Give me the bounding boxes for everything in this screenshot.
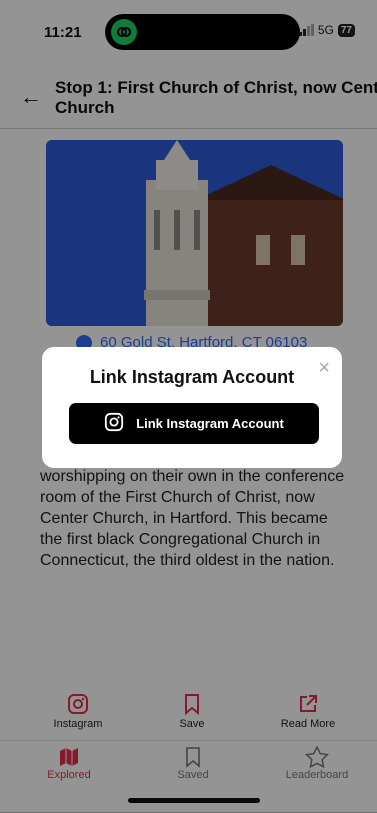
link-instagram-modal: Link Instagram Account × Link Instagram … [42, 347, 342, 468]
close-icon[interactable]: × [318, 357, 330, 380]
link-instagram-label: Link Instagram Account [136, 416, 284, 431]
instagram-icon [104, 412, 124, 435]
modal-title: Link Instagram Account [89, 367, 295, 387]
link-instagram-button[interactable]: Link Instagram Account [69, 403, 319, 444]
